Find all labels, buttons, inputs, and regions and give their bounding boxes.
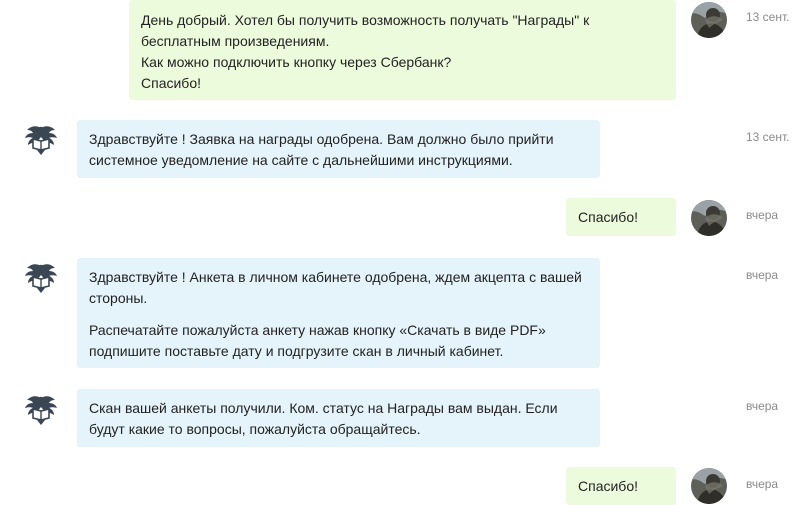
user-avatar[interactable] [691,2,727,38]
message-line: Здравствуйте ! Заявка на награды одобрен… [89,131,554,147]
message-line: Как можно подключить кнопку через Сберба… [141,54,452,70]
message-timestamp: вчера [746,477,779,491]
message-line: Здравствуйте ! Анкета в личном кабинете … [89,269,582,285]
message-timestamp: 13 сент. [746,130,790,144]
user-photo-icon [691,2,727,38]
message-line: Скан вашей анкеты получили. Ком. статус … [89,400,558,416]
message-text: Здравствуйте ! Анкета в личном кабинете … [89,267,588,309]
user-photo-icon [691,200,727,236]
message-timestamp: вчера [746,268,779,282]
message-timestamp: вчера [746,208,779,222]
message-line: системное уведомление на сайте с дальней… [89,152,513,168]
message-bubble: Здравствуйте ! Заявка на награды одобрен… [77,120,600,178]
message-text: Здравствуйте ! Заявка на награды одобрен… [89,129,588,171]
support-avatar[interactable] [23,259,59,295]
message-timestamp: вчера [746,399,779,413]
support-avatar[interactable] [23,121,59,157]
message-timestamp: 13 сент. [746,10,790,24]
user-avatar[interactable] [691,468,727,504]
message-line: бесплатным произведениям. [141,33,330,49]
message-text: Спасибо! [578,207,664,228]
message-text: День добрый. Хотел бы получить возможнос… [141,10,664,94]
message-line: Спасибо! [141,75,201,91]
message-bubble: Скан вашей анкеты получили. Ком. статус … [77,389,600,447]
user-avatar[interactable] [691,200,727,236]
message-line: День добрый. Хотел бы получить возможнос… [141,12,590,28]
eagle-book-icon [24,263,58,294]
message-text: Спасибо! [578,476,664,497]
message-text: Скан вашей анкеты получили. Ком. статус … [89,398,588,440]
message-line: подпишите поставьте дату и подгрузите ск… [89,343,504,359]
message-line: Спасибо! [578,209,638,225]
message-line: стороны. [89,290,148,306]
message-line: Распечатайте пожалуйста анкету нажав кно… [89,322,546,338]
support-avatar[interactable] [23,391,59,427]
message-text: Распечатайте пожалуйста анкету нажав кно… [89,320,588,362]
message-bubble: Спасибо! [566,467,676,505]
message-bubble: Здравствуйте ! Анкета в личном кабинете … [77,258,600,368]
message-bubble: Спасибо! [566,198,676,236]
eagle-book-icon [24,395,58,426]
message-bubble: День добрый. Хотел бы получить возможнос… [129,0,676,100]
user-photo-icon [691,468,727,504]
message-line: Спасибо! [578,478,638,494]
message-line: будут какие то вопросы, пожалуйста обращ… [89,421,421,437]
eagle-book-icon [24,125,58,156]
